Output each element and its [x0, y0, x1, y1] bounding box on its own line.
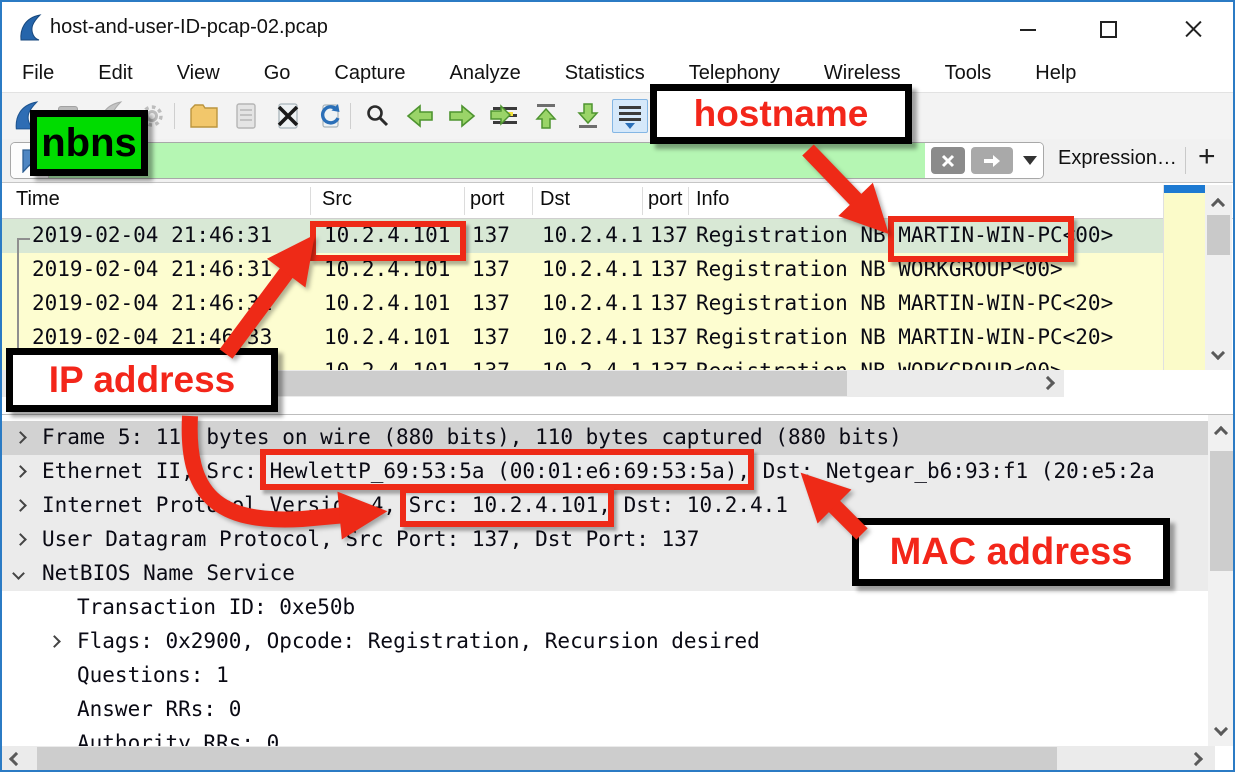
- highlight-box-ip-detail: [400, 487, 614, 527]
- scroll-right-icon[interactable]: [1036, 371, 1060, 395]
- detail-transaction-id[interactable]: Transaction ID: 0xe50b: [2, 591, 1208, 625]
- expand-icon[interactable]: [14, 465, 27, 478]
- go-forward-icon[interactable]: [444, 99, 480, 133]
- details-horizontal-scrollbar[interactable]: [2, 746, 1215, 772]
- highlight-box-hostname: [888, 216, 1074, 262]
- scrollbar-thumb[interactable]: [37, 747, 1057, 771]
- collapse-icon[interactable]: [12, 567, 25, 580]
- annotation-hostname: hostname: [650, 84, 912, 144]
- menu-item-wireless[interactable]: Wireless: [824, 62, 901, 85]
- menu-item-edit[interactable]: Edit: [98, 62, 132, 85]
- expand-icon[interactable]: [14, 431, 27, 444]
- detail-answer-rrs[interactable]: Answer RRs: 0: [2, 693, 1208, 727]
- filter-box: [10, 142, 1044, 179]
- go-to-top-icon[interactable]: [528, 99, 564, 133]
- scroll-down-icon[interactable]: [1206, 341, 1230, 365]
- filter-bar: Expression… +: [2, 139, 1233, 183]
- menu-item-telephony[interactable]: Telephony: [689, 62, 780, 85]
- packet-list-minimap[interactable]: [1163, 185, 1205, 370]
- expression-button[interactable]: Expression…: [1058, 147, 1177, 170]
- packet-list-header: Time Src port Dst port Info: [2, 183, 1233, 219]
- expand-icon[interactable]: [14, 499, 27, 512]
- menu-item-view[interactable]: View: [177, 62, 220, 85]
- column-header-info[interactable]: Info: [696, 188, 729, 211]
- detail-flags[interactable]: Flags: 0x2900, Opcode: Registration, Rec…: [2, 625, 1208, 659]
- maximize-button[interactable]: [1077, 2, 1137, 55]
- add-filter-button[interactable]: +: [1198, 140, 1216, 174]
- detail-authority-rrs[interactable]: Authority RRs: 0: [2, 727, 1208, 746]
- packet-list: Time Src port Dst port Info 2019-02-04 2…: [2, 183, 1233, 370]
- annotation-ip-address: IP address: [6, 348, 278, 412]
- menu-item-statistics[interactable]: Statistics: [565, 62, 645, 85]
- related-packets-tick: [17, 238, 30, 240]
- scroll-right-icon[interactable]: [1184, 747, 1208, 771]
- scroll-up-icon[interactable]: [1209, 421, 1233, 445]
- annotation-nbns: nbns: [30, 110, 148, 176]
- window-title: host-and-user-ID-pcap-02.pcap: [50, 16, 328, 39]
- scrollbar-thumb[interactable]: [1207, 215, 1230, 255]
- menu-item-tools[interactable]: Tools: [945, 62, 992, 85]
- filter-clear-button[interactable]: [931, 147, 965, 174]
- column-header-dst[interactable]: Dst: [540, 188, 570, 211]
- open-file-icon[interactable]: [186, 99, 222, 133]
- menu-bar: File Edit View Go Capture Analyze Statis…: [2, 55, 1233, 92]
- column-header-src[interactable]: Src: [322, 188, 352, 211]
- go-back-icon[interactable]: [402, 99, 438, 133]
- packet-list-vertical-scrollbar[interactable]: [1205, 185, 1232, 370]
- detail-questions[interactable]: Questions: 1: [2, 659, 1208, 693]
- filter-dropdown-caret[interactable]: [1023, 156, 1037, 165]
- column-header-src-port[interactable]: port: [470, 188, 504, 211]
- main-toolbar: [2, 92, 1233, 139]
- close-button[interactable]: [1162, 2, 1222, 55]
- highlight-box-mac: [260, 449, 754, 490]
- expand-icon[interactable]: [48, 635, 61, 648]
- title-bar: host-and-user-ID-pcap-02.pcap: [2, 2, 1233, 55]
- close-file-icon[interactable]: [270, 99, 306, 133]
- wireshark-logo-icon: [18, 14, 42, 42]
- scroll-down-icon[interactable]: [1209, 717, 1233, 741]
- annotation-mac-address: MAC address: [852, 518, 1170, 586]
- filter-input[interactable]: [49, 143, 925, 178]
- details-vertical-scrollbar[interactable]: [1208, 415, 1233, 746]
- minimize-button[interactable]: [997, 2, 1057, 55]
- save-file-icon[interactable]: [228, 99, 264, 133]
- menu-item-analyze[interactable]: Analyze: [450, 62, 521, 85]
- divider: [1185, 147, 1186, 174]
- find-packet-icon[interactable]: [360, 99, 396, 133]
- scroll-up-icon[interactable]: [1206, 193, 1230, 217]
- column-header-time[interactable]: Time: [16, 188, 60, 211]
- expand-icon[interactable]: [14, 533, 27, 546]
- auto-scroll-icon[interactable]: [612, 99, 648, 133]
- scrollbar-thumb[interactable]: [1210, 451, 1233, 571]
- go-to-packet-icon[interactable]: [486, 99, 522, 133]
- menu-item-go[interactable]: Go: [264, 62, 291, 85]
- highlight-box-src-ip: [310, 221, 466, 261]
- scroll-left-icon[interactable]: [4, 747, 28, 771]
- wireshark-window: host-and-user-ID-pcap-02.pcap File Edit …: [0, 0, 1235, 772]
- filter-apply-button[interactable]: [971, 147, 1013, 174]
- menu-item-file[interactable]: File: [22, 62, 54, 85]
- minimap-selection-marker: [1164, 185, 1205, 193]
- reload-file-icon[interactable]: [312, 99, 348, 133]
- column-header-dst-port[interactable]: port: [648, 188, 682, 211]
- menu-item-help[interactable]: Help: [1035, 62, 1076, 85]
- go-to-bottom-icon[interactable]: [570, 99, 606, 133]
- packet-row-3[interactable]: 2019-02-04 21:46:3110.2.4.10113710.2.4.1…: [2, 287, 1163, 321]
- menu-item-capture[interactable]: Capture: [334, 62, 405, 85]
